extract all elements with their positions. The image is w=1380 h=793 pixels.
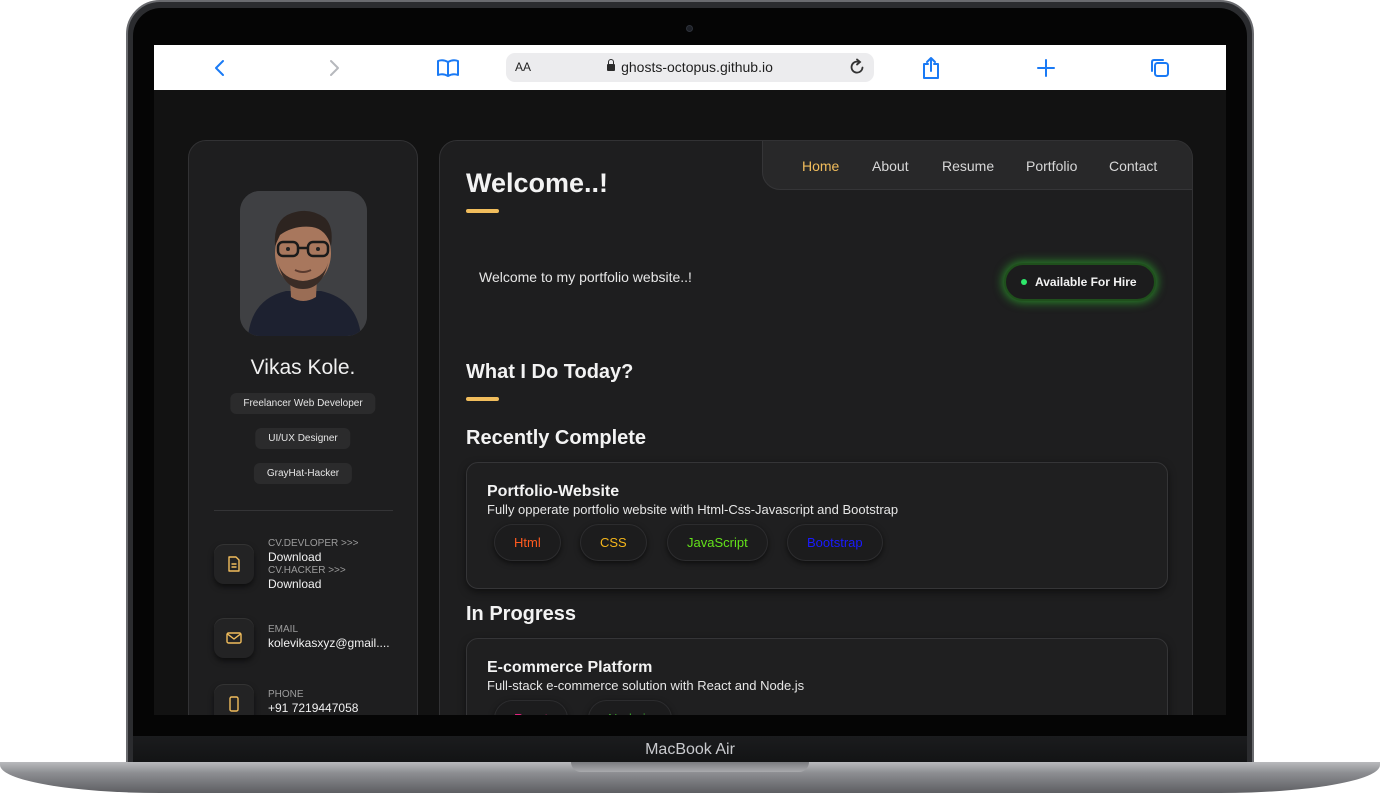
status-dot-icon [1021, 279, 1027, 285]
bookmarks-button[interactable] [434, 54, 462, 82]
email-icon-box [214, 618, 254, 658]
laptop-notch [571, 762, 809, 772]
url-display: ghosts-octopus.github.io [506, 59, 874, 75]
cv-hacker-download-link[interactable]: Download [268, 577, 321, 591]
browser-toolbar: AA ghosts-octopus.github.io [154, 45, 1226, 90]
project-description: Fully opperate portfolio website with Ht… [487, 502, 899, 517]
email-label: EMAIL [268, 624, 299, 635]
recent-heading: Recently Complete [466, 427, 647, 449]
services-underline [466, 397, 499, 401]
nav-about[interactable]: About [872, 158, 909, 174]
avatar [240, 191, 367, 336]
plus-icon [1037, 59, 1055, 77]
device-frame: MacBook Air AA ghosts-octopus.github.io [0, 0, 1380, 793]
new-tab-button[interactable] [1032, 54, 1060, 82]
profile-name: Vikas Kole. [250, 356, 356, 379]
cv-hacker-label: CV.HACKER >>> [268, 565, 346, 576]
role-chip: UI/UX Designer [255, 428, 351, 449]
email-link[interactable]: kolevikasxyz@gmail.... [268, 636, 390, 650]
hire-label: Available For Hire [1035, 275, 1137, 289]
share-icon [923, 57, 939, 79]
project-title: E-commerce Platform [487, 659, 653, 676]
nav-contact[interactable]: Contact [1109, 158, 1157, 174]
share-button[interactable] [917, 54, 945, 82]
phone-icon [229, 696, 239, 712]
navbar: Home About Resume Portfolio Contact [762, 141, 1192, 190]
main-content: Home About Resume Portfolio Contact Welc… [439, 140, 1193, 715]
phone-link[interactable]: +91 7219447058 [268, 701, 358, 715]
project-card[interactable]: E-commerce Platform Full-stack e-commerc… [466, 638, 1168, 715]
nav-home[interactable]: Home [802, 158, 839, 174]
page-title: Welcome..! [466, 168, 609, 198]
project-title: Portfolio-Website [487, 483, 620, 500]
nav-portfolio[interactable]: Portfolio [1026, 158, 1077, 174]
project-card[interactable]: Portfolio-Website Fully opperate portfol… [466, 462, 1168, 589]
camera-icon [686, 25, 693, 32]
tabs-button[interactable] [1146, 54, 1174, 82]
tech-tag[interactable]: CSS [580, 524, 647, 561]
chevron-left-icon [215, 60, 224, 76]
book-icon [437, 59, 459, 77]
browser-window: AA ghosts-octopus.github.io Vikas Kole. … [154, 45, 1226, 715]
cv-developer-label: CV.DEVLOPER >>> [268, 538, 359, 549]
tech-tag[interactable]: Html [494, 524, 561, 561]
chevron-right-icon [330, 60, 339, 76]
phone-icon-box [214, 684, 254, 715]
welcome-text: Welcome to my portfolio website..! [479, 269, 692, 285]
tabs-icon [1151, 59, 1169, 77]
address-bar[interactable]: AA ghosts-octopus.github.io [506, 53, 874, 82]
tech-tag[interactable]: React [494, 700, 568, 715]
lock-icon [607, 59, 616, 71]
title-underline [466, 209, 499, 213]
nav-resume[interactable]: Resume [942, 158, 994, 174]
tech-tag[interactable]: JavaScript [667, 524, 768, 561]
tech-tag[interactable]: Bootstrap [787, 524, 883, 561]
document-icon [228, 556, 240, 572]
forward-button[interactable] [320, 54, 348, 82]
back-button[interactable] [206, 54, 234, 82]
available-for-hire-badge[interactable]: Available For Hire [1004, 263, 1156, 301]
profile-photo [240, 191, 367, 336]
project-description: Full-stack e-commerce solution with Reac… [487, 678, 805, 693]
device-label: MacBook Air [645, 741, 735, 758]
role-chip: GrayHat-Hacker [253, 463, 353, 484]
mail-icon [226, 632, 242, 644]
reload-icon [850, 58, 864, 74]
phone-label: PHONE [268, 689, 304, 700]
profile-sidebar: Vikas Kole. Freelancer Web Developer UI/… [188, 140, 418, 715]
progress-heading: In Progress [466, 603, 577, 625]
url-text: ghosts-octopus.github.io [621, 59, 773, 75]
role-chip: Freelancer Web Developer [230, 393, 376, 414]
reload-button[interactable] [848, 58, 866, 81]
tech-tag[interactable]: Node.js [588, 700, 673, 715]
sidebar-divider [214, 510, 393, 511]
services-heading: What I Do Today? [466, 361, 634, 383]
cv-icon-box [214, 544, 254, 584]
cv-developer-download-link[interactable]: Download [268, 550, 321, 564]
